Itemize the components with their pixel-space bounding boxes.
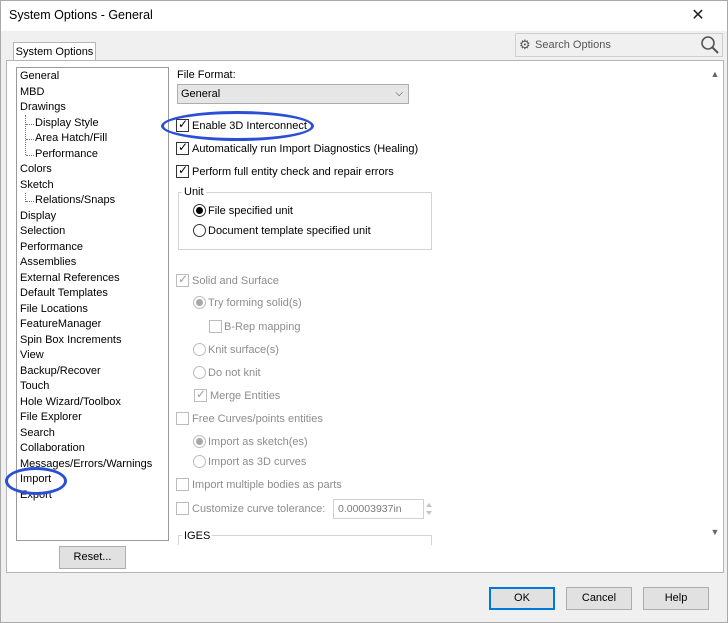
- tree-item-drawings[interactable]: Drawings: [20, 100, 66, 115]
- tree-item-relations-snaps[interactable]: Relations/Snaps: [35, 193, 115, 208]
- ok-button[interactable]: OK: [489, 587, 555, 610]
- tree-item-colors[interactable]: Colors: [20, 162, 52, 177]
- merge-entities-checkbox[interactable]: ✓: [194, 387, 207, 402]
- checkmark-icon: ✓: [178, 272, 189, 286]
- tree-connector: [25, 115, 26, 155]
- unit-group-label: Unit: [182, 186, 206, 198]
- tab-system-options[interactable]: System Options: [13, 42, 96, 62]
- window-title: System Options - General: [9, 8, 153, 22]
- tree-connector: [26, 154, 34, 156]
- brep-mapping-checkbox[interactable]: [209, 320, 222, 333]
- tree-item-performance[interactable]: Performance: [35, 147, 98, 162]
- try-forming-solids-label[interactable]: Try forming solid(s): [208, 296, 302, 310]
- tree-item-selection[interactable]: Selection: [20, 224, 65, 239]
- tree-item-featuremanager[interactable]: FeatureManager: [20, 317, 101, 332]
- free-curves-checkbox[interactable]: [176, 412, 189, 425]
- merge-entities-label[interactable]: Merge Entities: [210, 389, 280, 403]
- tree-item-mbd[interactable]: MBD: [20, 85, 44, 100]
- iges-groupbox: [178, 535, 432, 545]
- spin-arrows-icon[interactable]: [425, 499, 433, 519]
- auto-import-diagnostics-checkbox[interactable]: ✓: [176, 140, 189, 155]
- free-curves-label[interactable]: Free Curves/points entities: [192, 412, 323, 426]
- solid-surface-label[interactable]: Solid and Surface: [192, 274, 279, 288]
- curve-tolerance-input[interactable]: 0.00003937in: [333, 499, 424, 519]
- tree-connector: [25, 192, 26, 202]
- scroll-up-icon[interactable]: ▲: [710, 69, 720, 79]
- tree-item-hole-wizard-toolbox[interactable]: Hole Wizard/Toolbox: [20, 395, 121, 410]
- knit-surfaces-label[interactable]: Knit surface(s): [208, 343, 279, 357]
- knit-surfaces-radio[interactable]: [193, 343, 206, 356]
- brep-mapping-label[interactable]: B-Rep mapping: [224, 320, 300, 334]
- radio-dot: [196, 438, 203, 445]
- full-entity-check-checkbox[interactable]: ✓: [176, 163, 189, 178]
- tree-item-area-hatch-fill[interactable]: Area Hatch/Fill: [35, 131, 107, 146]
- scroll-down-icon[interactable]: ▼: [710, 527, 720, 537]
- do-not-knit-label[interactable]: Do not knit: [208, 366, 261, 380]
- system-options-dialog: System Options - General ✕ System Option…: [0, 0, 728, 623]
- search-box[interactable]: ⚙: [515, 33, 723, 57]
- iges-group-label: IGES: [182, 530, 213, 542]
- tree-item-spin-box-increments[interactable]: Spin Box Increments: [20, 333, 122, 348]
- cancel-button[interactable]: Cancel: [566, 587, 632, 610]
- auto-import-diagnostics-label[interactable]: Automatically run Import Diagnostics (He…: [192, 142, 418, 156]
- file-format-label: File Format:: [177, 69, 236, 81]
- file-specified-unit-label[interactable]: File specified unit: [208, 204, 293, 218]
- tree-item-performance[interactable]: Performance: [20, 240, 83, 255]
- tree-item-display-style[interactable]: Display Style: [35, 116, 99, 131]
- checkmark-icon: ✓: [196, 387, 207, 401]
- import-multiple-bodies-checkbox[interactable]: [176, 478, 189, 491]
- import-as-sketches-label[interactable]: Import as sketch(es): [208, 435, 308, 449]
- tree-item-sketch[interactable]: Sketch: [20, 178, 54, 193]
- tree-connector: [26, 139, 34, 140]
- tree-item-search[interactable]: Search: [20, 426, 55, 441]
- annotation-highlight-interconnect: [161, 111, 314, 141]
- tree-connector: [26, 123, 34, 125]
- vertical-scrollbar[interactable]: ▲ ▼: [707, 63, 723, 543]
- radio-dot: [196, 207, 203, 214]
- solid-surface-checkbox[interactable]: ✓: [176, 272, 189, 287]
- tree-item-default-templates[interactable]: Default Templates: [20, 286, 108, 301]
- tree-item-file-explorer[interactable]: File Explorer: [20, 410, 82, 425]
- document-template-unit-radio[interactable]: [193, 224, 206, 237]
- search-input[interactable]: [535, 36, 695, 54]
- radio-dot: [196, 299, 203, 306]
- reset-button[interactable]: Reset...: [59, 546, 126, 569]
- help-button[interactable]: Help: [643, 587, 709, 610]
- close-button[interactable]: ✕: [687, 5, 709, 27]
- tree-item-touch[interactable]: Touch: [20, 379, 49, 394]
- file-format-dropdown[interactable]: General ⌵: [177, 84, 409, 104]
- unit-groupbox: [178, 192, 432, 250]
- import-multiple-bodies-label[interactable]: Import multiple bodies as parts: [192, 478, 342, 492]
- tree-item-view[interactable]: View: [20, 348, 44, 363]
- import-as-3d-curves-label[interactable]: Import as 3D curves: [208, 455, 306, 469]
- full-entity-check-label[interactable]: Perform full entity check and repair err…: [192, 165, 394, 179]
- do-not-knit-radio[interactable]: [193, 366, 206, 379]
- tree-item-display[interactable]: Display: [20, 209, 56, 224]
- checkmark-icon: ✓: [178, 140, 189, 154]
- tree-item-general[interactable]: General: [20, 69, 59, 84]
- title-bar: System Options - General ✕: [1, 1, 727, 31]
- tree-item-assemblies[interactable]: Assemblies: [20, 255, 76, 270]
- tree-item-collaboration[interactable]: Collaboration: [20, 441, 85, 456]
- search-icon[interactable]: [700, 35, 720, 55]
- tree-item-backup-recover[interactable]: Backup/Recover: [20, 364, 101, 379]
- file-specified-unit-radio[interactable]: [193, 204, 206, 217]
- try-forming-solids-radio[interactable]: [193, 296, 206, 309]
- customize-curve-tolerance-label[interactable]: Customize curve tolerance:: [192, 502, 325, 516]
- import-as-sketches-radio[interactable]: [193, 435, 206, 448]
- tree-item-file-locations[interactable]: File Locations: [20, 302, 88, 317]
- gear-icon[interactable]: ⚙: [519, 36, 533, 52]
- checkmark-icon: ✓: [178, 163, 189, 177]
- tree-connector: [26, 201, 34, 202]
- file-format-value: General: [181, 88, 221, 100]
- annotation-highlight-import: [5, 467, 67, 495]
- chevron-down-icon: ⌵: [395, 88, 403, 99]
- customize-curve-tolerance-checkbox[interactable]: [176, 502, 189, 515]
- document-template-unit-label[interactable]: Document template specified unit: [208, 224, 371, 238]
- import-as-3d-curves-radio[interactable]: [193, 455, 206, 468]
- tree-item-external-references[interactable]: External References: [20, 271, 120, 286]
